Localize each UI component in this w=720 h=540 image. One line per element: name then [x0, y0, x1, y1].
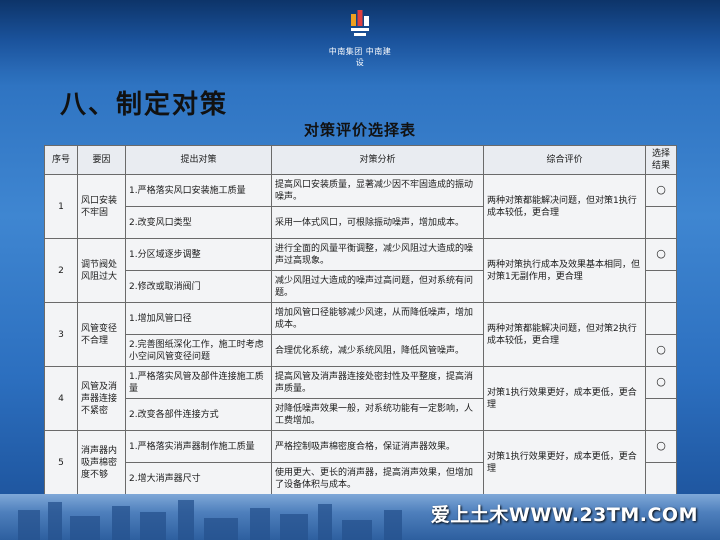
row-evaluation: 两种对策都能解决问题，但对策1执行成本较低，更合理	[483, 174, 646, 240]
row-measure: 2.修改或取消阀门	[125, 270, 272, 304]
row-evaluation: 两种对策执行成本及效果基本相同，但对策1无副作用，更合理	[483, 238, 646, 304]
building-silhouette	[18, 510, 40, 540]
row-no: 1	[44, 174, 78, 240]
header-evaluation: 综合评价	[483, 144, 646, 176]
header-selection: 选择结果	[645, 144, 677, 176]
logo-text: 中南集团 中南建设	[328, 47, 392, 67]
row-cause: 风管变径不合理	[77, 302, 126, 368]
row-analysis: 使用更大、更长的消声器，提高消声效果，但增加了设备体积与成本。	[271, 462, 484, 496]
slide-title: 八、制定对策	[60, 90, 229, 120]
row-selection	[645, 270, 677, 304]
row-measure: 1.严格落实风管及部件连接施工质量	[125, 366, 272, 400]
row-measure: 2.完善图纸深化工作，施工时考虑小空间风管变径问题	[125, 334, 272, 368]
row-analysis: 合理优化系统，减少系统风阻，降低风管噪声。	[271, 334, 484, 368]
row-analysis: 采用一体式风口，可根除振动噪声，增加成本。	[271, 206, 484, 240]
row-analysis: 增加风管口径能够减少风速，从而降低噪声，增加成本。	[271, 302, 484, 336]
company-logo: 中南集团 中南建设	[325, 8, 395, 67]
row-cause: 风管及消声器连接不紧密	[77, 366, 126, 432]
row-measure: 1.增加风管口径	[125, 302, 272, 336]
row-selection: ○	[645, 238, 677, 272]
row-cause: 调节阀处风阻过大	[77, 238, 126, 304]
row-selection	[645, 302, 677, 336]
header-measure: 提出对策	[125, 144, 272, 176]
row-evaluation: 两种对策都能解决问题，但对策2执行成本较低，更合理	[483, 302, 646, 368]
table-title: 对策评价选择表	[303, 121, 416, 139]
header-no: 序号	[44, 144, 78, 176]
row-no: 3	[44, 302, 78, 368]
row-analysis: 对降低噪声效果一般，对系统功能有一定影响，人工费增加。	[271, 398, 484, 432]
header-cause: 要因	[77, 144, 126, 176]
row-no: 5	[44, 430, 78, 496]
building-silhouette	[318, 504, 332, 540]
building-silhouette	[112, 506, 130, 540]
row-no: 4	[44, 366, 78, 432]
row-selection: ○	[645, 430, 677, 464]
row-measure: 2.增大消声器尺寸	[125, 462, 272, 496]
table-row: 5 消声器内吸声棉密度不够 1.严格落实消声器制作施工质量 严格控制吸声棉密度合…	[44, 430, 677, 496]
row-cause: 消声器内吸声棉密度不够	[77, 430, 126, 496]
building-silhouette	[342, 520, 372, 540]
row-analysis: 严格控制吸声棉密度合格，保证消声器效果。	[271, 430, 484, 464]
building-silhouette	[204, 518, 238, 540]
table-row: 1 风口安装不牢固 1.严格落实风口安装施工质量 提高风口安装质量，显著减少因不…	[44, 174, 677, 240]
row-selection: ○	[645, 366, 677, 400]
building-silhouette	[280, 514, 308, 540]
logo-icon	[351, 10, 369, 36]
building-silhouette	[48, 502, 62, 540]
building-silhouette	[250, 508, 270, 540]
building-silhouette	[384, 510, 402, 540]
row-selection	[645, 462, 677, 496]
row-no: 2	[44, 238, 78, 304]
row-analysis: 提高风管及消声器连接处密封性及平整度，提高消声质量。	[271, 366, 484, 400]
row-evaluation: 对策1执行效果更好，成本更低，更合理	[483, 430, 646, 496]
row-measure: 2.改变各部件连接方式	[125, 398, 272, 432]
table-row: 3 风管变径不合理 1.增加风管口径 增加风管口径能够减少风速，从而降低噪声，增…	[44, 302, 677, 368]
table-row: 4 风管及消声器连接不紧密 1.严格落实风管及部件连接施工质量 提高风管及消声器…	[44, 366, 677, 432]
building-silhouette	[70, 516, 100, 540]
row-selection: ○	[645, 174, 677, 208]
row-selection: ○	[645, 334, 677, 368]
row-analysis: 减少风阻过大造成的噪声过高问题，但对系统有问题。	[271, 270, 484, 304]
row-analysis: 提高风口安装质量，显著减少因不牢固造成的振动噪声。	[271, 174, 484, 208]
row-selection	[645, 398, 677, 432]
row-measure: 1.严格落实风口安装施工质量	[125, 174, 272, 208]
row-evaluation: 对策1执行效果更好，成本更低，更合理	[483, 366, 646, 432]
watermark-text: 爱上土木WWW.23TM.COM	[430, 504, 698, 526]
row-measure: 1.严格落实消声器制作施工质量	[125, 430, 272, 464]
building-silhouette	[178, 500, 194, 540]
row-analysis: 进行全面的风量平衡调整，减少风阻过大造成的噪声过高现象。	[271, 238, 484, 272]
row-measure: 2.改变风口类型	[125, 206, 272, 240]
row-cause: 风口安装不牢固	[77, 174, 126, 240]
table-row: 2 调节阀处风阻过大 1.分区域逐步调整 进行全面的风量平衡调整，减少风阻过大造…	[44, 238, 677, 304]
header-analysis: 对策分析	[271, 144, 484, 176]
building-silhouette	[140, 512, 166, 540]
countermeasure-table: 序号 要因 提出对策 对策分析 综合评价 选择结果 1 风口安装不牢固 1.严格…	[44, 144, 677, 496]
row-measure: 1.分区域逐步调整	[125, 238, 272, 272]
table-header-row: 序号 要因 提出对策 对策分析 综合评价 选择结果	[44, 144, 677, 176]
row-selection	[645, 206, 677, 240]
